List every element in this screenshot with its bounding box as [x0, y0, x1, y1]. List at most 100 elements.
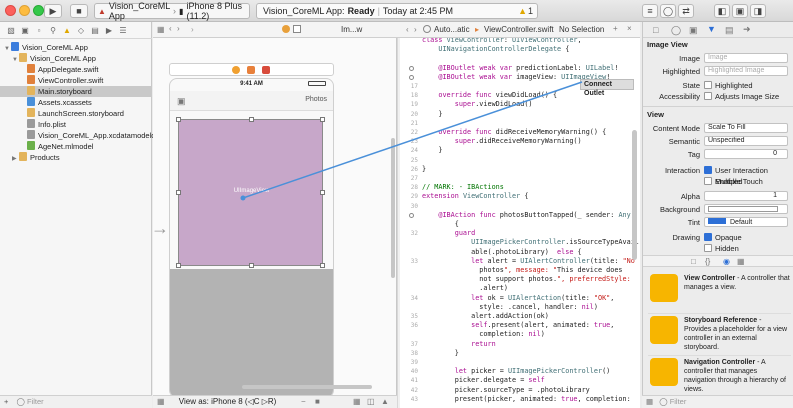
scheme-selector[interactable]: ▲ Vision_CoreML App › ▮ iPhone 8 Plus (1…	[94, 1, 250, 21]
media-library-icon[interactable]: ▦	[737, 257, 745, 266]
version-editor-button[interactable]: ⇄	[678, 4, 694, 18]
forward-arrow-icon[interactable]: ›	[177, 24, 180, 33]
folder-tab-icon[interactable]: ▧	[6, 26, 16, 35]
forward-arrow-icon-2[interactable]: ›	[414, 25, 417, 34]
navigator-item[interactable]: Assets.xcassets	[0, 97, 152, 108]
view-controller-icon[interactable]	[232, 66, 240, 74]
code-line[interactable]: @IBAction func photosButtonTapped(_ send…	[400, 211, 640, 220]
file-inspector-icon[interactable]: □	[653, 25, 658, 35]
minimize-window-button[interactable]	[19, 5, 30, 16]
code-scrollbar[interactable]	[632, 130, 637, 260]
code-line[interactable]: 27	[400, 174, 640, 183]
zoom-window-button[interactable]	[33, 5, 44, 16]
code-line[interactable]: 25	[400, 156, 640, 165]
code-line[interactable]: 37 return	[400, 340, 640, 349]
align-icon[interactable]: ◫	[367, 396, 375, 408]
breadcrumb-file[interactable]: ViewController.swift	[484, 25, 554, 34]
image-view[interactable]: UIImageView	[176, 117, 325, 268]
embed-icon[interactable]: ▦	[353, 396, 361, 408]
code-line[interactable]: UIImagePickerController.isSourceTypeAvai…	[400, 238, 640, 247]
code-line[interactable]: UINavigationControllerDelegate {	[400, 45, 640, 54]
image-field[interactable]: Image	[704, 53, 788, 63]
stop-button[interactable]: ■	[70, 4, 88, 18]
code-line[interactable]: 26}	[400, 165, 640, 174]
navigator-item[interactable]: LaunchScreen.storyboard	[0, 108, 152, 119]
code-line[interactable]: 39	[400, 358, 640, 367]
tint-select[interactable]: Default	[704, 217, 788, 227]
code-line[interactable]: 21	[400, 119, 640, 128]
code-line[interactable]: 23 super.didReceiveMemoryWarning()	[400, 137, 640, 146]
code-line[interactable]: 40 let picker = UIImagePickerController(…	[400, 367, 640, 376]
library-filter-input[interactable]: Filter	[670, 397, 687, 406]
quick-help-icon[interactable]: ◯	[671, 25, 681, 36]
zoom-out-icon[interactable]: −	[301, 396, 306, 408]
issue-tab-icon[interactable]: ▲	[62, 26, 72, 35]
assistant-editor-button[interactable]: ◯	[660, 4, 676, 18]
library-item[interactable]: View Controller - A controller that mana…	[648, 270, 791, 314]
object-library-icon[interactable]: ◉	[723, 257, 730, 266]
add-icon[interactable]: +	[4, 397, 8, 406]
code-line[interactable]: 24 }	[400, 146, 640, 155]
disclosure-icon[interactable]: ▶	[12, 154, 19, 165]
outlet-connection-icon[interactable]	[409, 212, 414, 218]
symbol-tab-icon[interactable]: ▫	[34, 26, 44, 35]
horizontal-scrollbar[interactable]	[242, 385, 372, 389]
navigator-item[interactable]: Info.plist	[0, 119, 152, 130]
navigator-filter-input[interactable]: Filter	[27, 397, 44, 406]
debug-tab-icon[interactable]: ▤	[90, 26, 100, 35]
code-line[interactable]: 38 }	[400, 349, 640, 358]
code-line[interactable]: style: .cancel, handler: nil)	[400, 303, 640, 312]
toggle-navigator-button[interactable]: ◧	[714, 4, 730, 18]
toggle-debug-button[interactable]: ▣	[732, 4, 748, 18]
code-line[interactable]: completion: nil)	[400, 330, 640, 339]
alpha-field[interactable]: 1	[704, 191, 788, 201]
code-line[interactable]: 35 alert.addAction(ok)	[400, 312, 640, 321]
navigator-item[interactable]: Main.storyboard	[0, 86, 152, 97]
camera-icon[interactable]: ▣	[177, 96, 186, 107]
tag-field[interactable]: 0	[704, 149, 788, 159]
code-line[interactable]: not support photos.", preferredStyle:	[400, 275, 640, 284]
toggle-inspector-button[interactable]: ◨	[750, 4, 766, 18]
code-line[interactable]: 22 override func didReceiveMemoryWarning…	[400, 128, 640, 137]
size-inspector-icon[interactable]: ▤	[725, 25, 734, 36]
navigator-item[interactable]: ▼ Vision_CoreML App	[0, 42, 152, 53]
code-line[interactable]: 34 let ok = UIAlertAction(title: "OK",	[400, 294, 640, 303]
code-line[interactable]: 20 }	[400, 110, 640, 119]
code-line[interactable]: 28 // MARK: - IBActions	[400, 183, 640, 192]
code-line[interactable]: 41 picker.delegate = self	[400, 376, 640, 385]
run-button[interactable]: ▶	[44, 4, 62, 18]
code-line[interactable]: able(.photoLibrary) else {	[400, 248, 640, 257]
search-tab-icon[interactable]: ⚲	[48, 26, 58, 35]
related-items-icon[interactable]: ▦	[157, 25, 165, 34]
snippet-icon[interactable]: {}	[705, 257, 710, 266]
adjusts-image-size-checkbox[interactable]	[704, 92, 712, 100]
scene-dock[interactable]	[169, 63, 334, 76]
breakpoint-tab-icon[interactable]: ▶	[104, 26, 114, 35]
hidden-checkbox[interactable]	[704, 244, 712, 252]
outlet-connection-icon[interactable]	[409, 74, 414, 80]
highlighted-field[interactable]: Highlighted Image	[704, 66, 788, 76]
outlet-connection-icon[interactable]	[409, 65, 414, 71]
code-line[interactable]: 29 extension ViewController {	[400, 192, 640, 201]
first-responder-icon[interactable]	[247, 66, 255, 74]
warning-icon[interactable]: ▲1	[518, 6, 533, 16]
breadcrumb-automatic[interactable]: Auto...atic	[434, 25, 470, 34]
toggle-outline-icon[interactable]: ▦	[157, 397, 165, 406]
report-tab-icon[interactable]: ☰	[118, 26, 128, 35]
code-line[interactable]: 33 let alert = UIAlertController(title: …	[400, 257, 640, 266]
code-line[interactable]: @IBOutlet weak var predictionLabel: UILa…	[400, 64, 640, 73]
exit-icon[interactable]	[262, 66, 270, 74]
multiple-touch-checkbox[interactable]	[704, 177, 712, 185]
code-line[interactable]: 32 guard	[400, 229, 640, 238]
code-line[interactable]: 30	[400, 202, 640, 211]
navigator-item[interactable]: AgeNet.mlmodel	[0, 141, 152, 152]
standard-editor-button[interactable]: ≡	[642, 4, 658, 18]
view-as-label[interactable]: View as: iPhone 8 (◁C ▷R)	[179, 397, 277, 406]
connections-inspector-icon[interactable]: ➜	[743, 24, 751, 35]
breadcrumb-imageview[interactable]: Im...w	[341, 25, 362, 34]
background-color-well[interactable]	[704, 204, 788, 214]
navigator-item[interactable]: Vision_CoreML_App.xcdatamodeld	[0, 130, 155, 141]
add-editor-icon[interactable]: +	[613, 24, 618, 33]
back-arrow-icon[interactable]: ‹	[169, 24, 172, 33]
close-window-button[interactable]	[5, 5, 16, 16]
